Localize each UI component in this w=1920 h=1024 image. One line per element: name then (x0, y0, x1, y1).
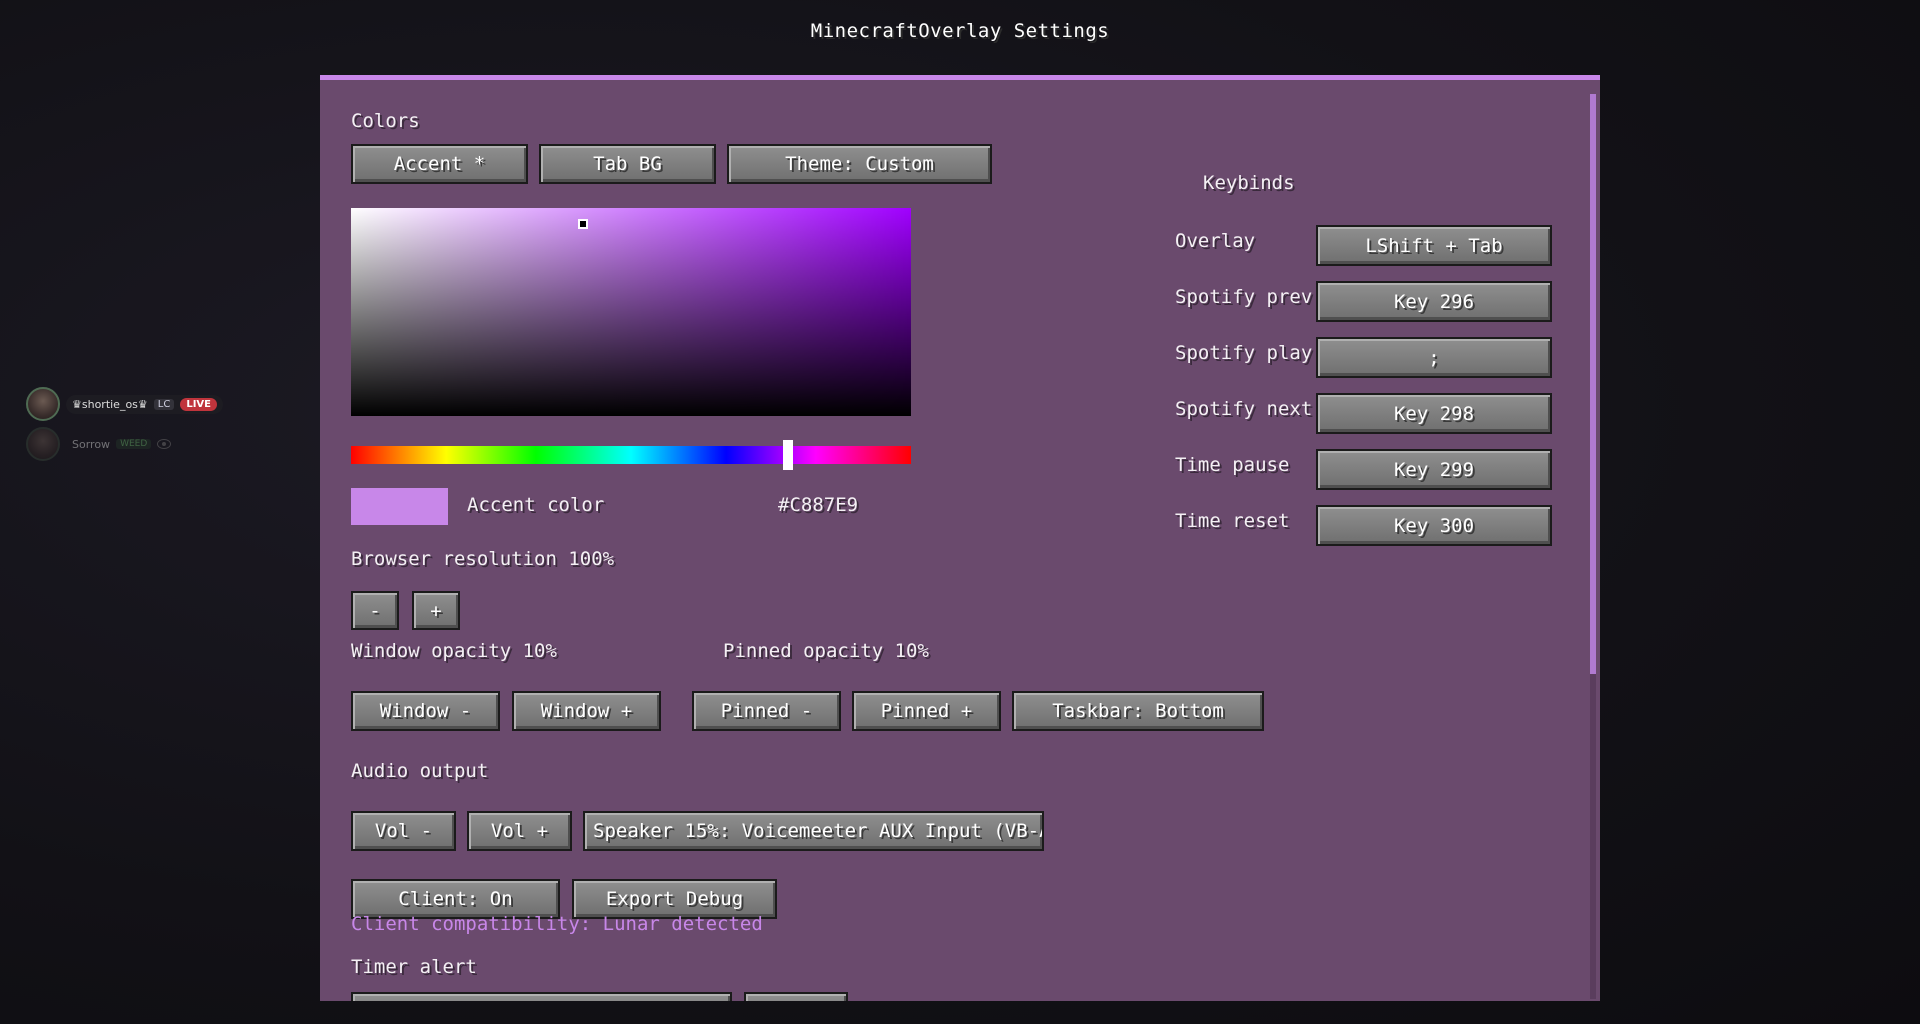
live-badge: LIVE (180, 397, 218, 411)
sv-picker-cursor[interactable] (578, 219, 588, 229)
keybind-spotify-next-button[interactable]: Key 298 (1316, 393, 1552, 434)
timer-alert-button[interactable] (744, 992, 848, 1001)
window-title: MinecraftOverlay Settings (810, 20, 1110, 42)
hue-slider[interactable] (351, 440, 911, 470)
keybind-time-pause-button[interactable]: Key 299 (1316, 449, 1552, 490)
avatar (26, 427, 60, 461)
scroll-thumb[interactable] (1590, 94, 1596, 674)
hue-slider-thumb[interactable] (783, 440, 793, 470)
window-opacity-label: Window opacity 10% (351, 640, 557, 662)
chat-user-row[interactable]: Sorrow WEED (26, 427, 177, 461)
keybind-label-overlay: Overlay (1175, 230, 1256, 252)
tab-bg-button[interactable]: Tab BG (539, 144, 716, 184)
keybind-label-spotify-prev: Spotify prev (1175, 286, 1313, 308)
weed-tag: WEED (116, 439, 152, 449)
user-name: ♛shortie_os♛ (72, 397, 148, 411)
settings-panel: Colors Accent * Tab BG Theme: Custom Acc… (320, 75, 1600, 1001)
client-compatibility-status: Client compatibility: Lunar detected (351, 913, 763, 935)
keybinds-heading: Keybinds (1203, 172, 1295, 194)
accent-color-swatch (351, 488, 448, 525)
keybind-label-spotify-next: Spotify next (1175, 398, 1313, 420)
keybind-spotify-play-button[interactable]: ; (1316, 337, 1552, 378)
keybind-spotify-prev-button[interactable]: Key 296 (1316, 281, 1552, 322)
saturation-value-picker[interactable] (351, 208, 911, 416)
theme-button[interactable]: Theme: Custom (727, 144, 992, 184)
accent-hex-value: #C887E9 (778, 494, 859, 516)
window-opacity-plus-button[interactable]: Window + (512, 691, 661, 731)
keybind-time-reset-button[interactable]: Key 300 (1316, 505, 1552, 546)
pinned-opacity-minus-button[interactable]: Pinned - (692, 691, 841, 731)
colors-heading: Colors (351, 110, 420, 132)
accent-color-label: Accent color (467, 494, 605, 516)
browser-resolution-label: Browser resolution 100% (351, 548, 615, 570)
eye-icon (157, 439, 172, 449)
keybind-label-time-reset: Time reset (1175, 510, 1290, 532)
timer-alert-field[interactable] (351, 992, 732, 1001)
pinned-opacity-label: Pinned opacity 10% (723, 640, 929, 662)
avatar (26, 387, 60, 421)
volume-up-button[interactable]: Vol + (467, 811, 572, 851)
pinned-opacity-plus-button[interactable]: Pinned + (852, 691, 1001, 731)
keybind-label-time-pause: Time pause (1175, 454, 1290, 476)
user-name-pill: ♛shortie_os♛ LC LIVE (66, 394, 224, 414)
accent-tab-button[interactable]: Accent * (351, 144, 528, 184)
timer-alert-heading: Timer alert (351, 956, 477, 978)
taskbar-position-button[interactable]: Taskbar: Bottom (1012, 691, 1264, 731)
resolution-plus-button[interactable]: + (412, 591, 460, 630)
chat-user-row[interactable]: ♛shortie_os♛ LC LIVE (26, 387, 224, 421)
window-opacity-minus-button[interactable]: Window - (351, 691, 500, 731)
keybind-label-spotify-play: Spotify play (1175, 342, 1313, 364)
volume-down-button[interactable]: Vol - (351, 811, 456, 851)
client-tag: LC (153, 398, 175, 410)
user-name: Sorrow (72, 437, 111, 451)
audio-output-heading: Audio output (351, 760, 489, 782)
resolution-minus-button[interactable]: - (351, 591, 399, 630)
user-name-pill: Sorrow WEED (66, 435, 177, 454)
keybind-overlay-button[interactable]: LShift + Tab (1316, 225, 1552, 266)
audio-device-button[interactable]: Speaker 15%: Voicemeeter AUX Input (VB-A… (583, 811, 1044, 851)
scrollbar[interactable] (1590, 94, 1596, 999)
